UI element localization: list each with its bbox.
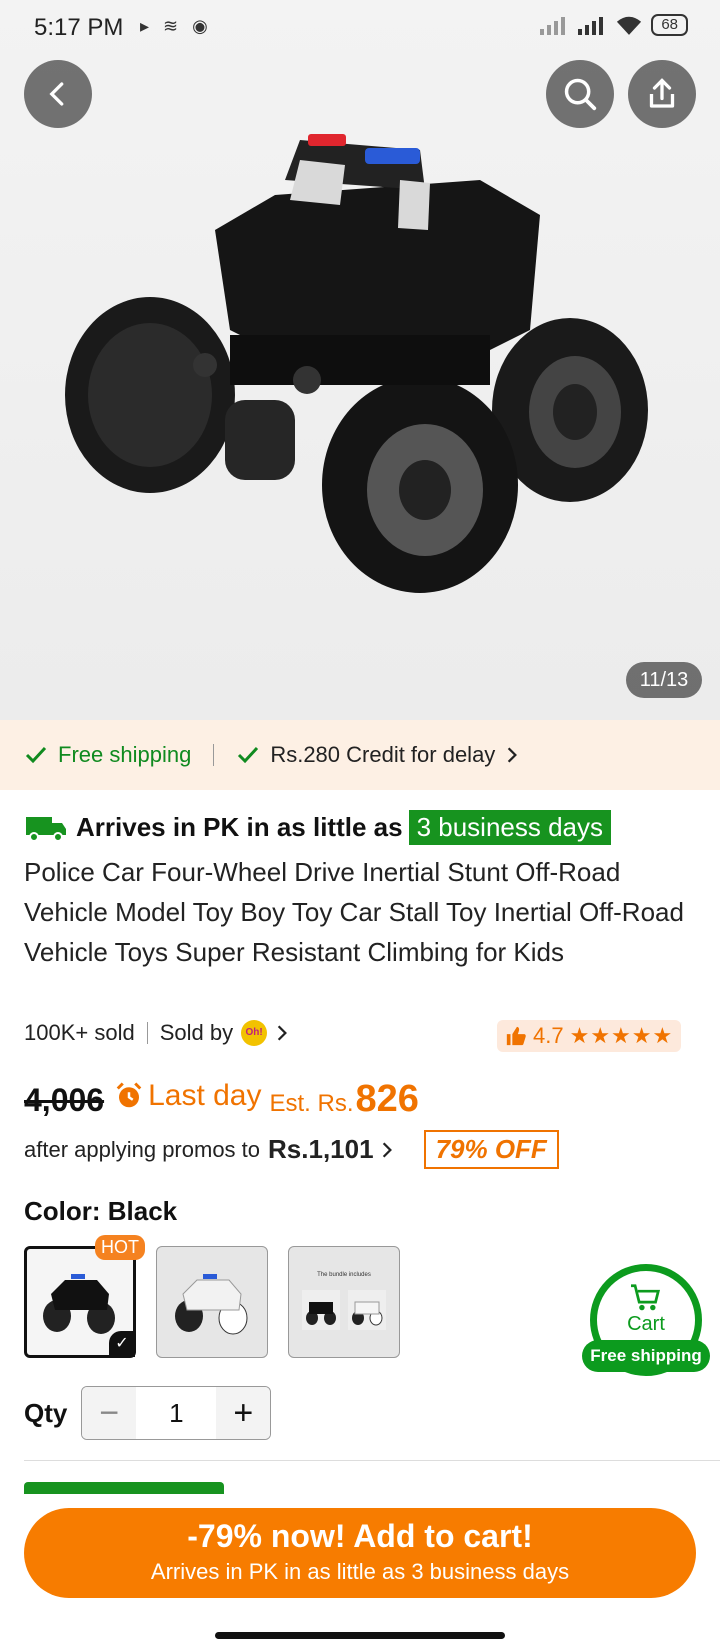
white-truck-thumbnail <box>175 1274 248 1335</box>
decrease-qty-button[interactable]: − <box>82 1387 137 1439</box>
cart-icon <box>631 1283 661 1310</box>
product-title: Police Car Four-Wheel Drive Inertial Stu… <box>24 857 684 967</box>
quantity-stepper: − 1 + <box>81 1386 272 1440</box>
chevron-right-icon <box>508 747 518 763</box>
product-image-gallery[interactable]: 11/13 <box>0 0 720 720</box>
add-to-cart-button[interactable]: -79% now! Add to cart! Arrives in PK in … <box>24 1508 696 1598</box>
status-time: 5:17 PM <box>34 14 124 41</box>
signal-icon <box>540 17 566 35</box>
check-icon <box>25 746 47 764</box>
swatch-black[interactable]: HOT ✓ <box>24 1235 145 1358</box>
increase-qty-button[interactable]: + <box>216 1387 271 1439</box>
rating-badge[interactable]: 4.7 ★★★★★ <box>497 1020 682 1052</box>
est-label: Est. Rs. <box>269 1090 354 1117</box>
floating-cart-button[interactable]: Cart Free shipping <box>582 1264 720 1376</box>
swatch-bundle[interactable]: The bundle includes <box>288 1246 400 1358</box>
product-image <box>65 134 648 593</box>
home-indicator[interactable] <box>215 1632 505 1639</box>
last-day-label: Last day <box>114 1079 262 1113</box>
rating-stars: ★★★★★ <box>569 1023 674 1048</box>
chevron-right-icon <box>382 1141 392 1158</box>
promo-price: Rs.1,101 <box>268 1134 374 1164</box>
arrival-text: Arrives in PK in as little as <box>76 812 403 842</box>
seller-link[interactable]: Sold by Oh! <box>160 1020 289 1046</box>
cart-label: Cart <box>627 1312 665 1335</box>
arrival-info: Arrives in PK in as little as 3 business… <box>24 810 612 845</box>
wifi-icon <box>617 16 642 35</box>
rating-value: 4.7 <box>533 1023 564 1048</box>
chevron-right-icon <box>277 1025 288 1041</box>
cta-sub-label: Arrives in PK in as little as 3 business… <box>150 1559 570 1584</box>
share-button[interactable] <box>628 60 696 128</box>
delay-credit-label: Rs.280 Credit for delay <box>270 742 496 767</box>
battery-indicator: 68 <box>651 14 688 36</box>
back-button[interactable] <box>24 60 92 128</box>
gamepad-icon: ◉ <box>192 16 208 36</box>
image-counter: 11/13 <box>626 662 702 698</box>
chevron-left-icon <box>49 82 64 106</box>
status-bar: 5:17 PM ▸ ≋ ◉ 68 <box>0 0 720 52</box>
arrival-badge: 3 business days <box>408 810 612 845</box>
share-icon <box>649 78 675 108</box>
cart-free-shipping: Free shipping <box>582 1340 710 1372</box>
seller-logo: Oh! <box>241 1020 268 1046</box>
search-icon <box>564 78 597 111</box>
divider <box>213 744 215 766</box>
status-notification-icons: ▸ ≋ ◉ <box>140 16 208 37</box>
bundle-caption: The bundle includes <box>317 1272 371 1278</box>
status-system-icons: 68 <box>539 14 688 36</box>
qty-value[interactable]: 1 <box>136 1387 217 1439</box>
layers-icon: ≋ <box>163 16 179 36</box>
delivery-truck-icon <box>26 816 66 842</box>
sold-by-label: Sold by <box>159 1020 234 1045</box>
black-truck-thumbnail <box>43 1274 115 1334</box>
free-shipping-item: Free shipping <box>24 742 191 768</box>
sales-seller-row: 100K+ sold Sold by Oh! <box>24 1020 289 1046</box>
divider <box>146 1022 148 1044</box>
color-swatches: HOT ✓ The bundle includes <box>24 1235 400 1358</box>
discount-badge: 79% OFF <box>423 1130 559 1169</box>
hot-badge: HOT <box>95 1235 145 1260</box>
bottom-action-bar: -79% now! Add to cart! Arrives in PK in … <box>0 1494 720 1650</box>
qty-label: Qty <box>24 1397 68 1428</box>
alarm-clock-icon <box>116 1082 142 1108</box>
check-icon <box>238 746 259 764</box>
swatch-white[interactable] <box>156 1246 268 1358</box>
quantity-row: Qty − 1 + <box>24 1386 272 1440</box>
signal-icon-2 <box>578 17 604 35</box>
delay-credit-item[interactable]: Rs.280 Credit for delay <box>236 742 519 768</box>
estimated-price: 826 <box>355 1078 419 1120</box>
search-button[interactable] <box>546 60 614 128</box>
shipping-banner[interactable]: Free shipping Rs.280 Credit for delay <box>0 720 720 790</box>
cta-main-label: -79% now! Add to cart! <box>187 1518 533 1554</box>
divider <box>24 1460 720 1461</box>
thumbs-up-icon <box>506 1026 526 1046</box>
free-shipping-label: Free shipping <box>58 742 192 767</box>
sold-count: 100K+ sold <box>24 1020 135 1045</box>
price-row: 4,006 Last day Est. Rs. 826 <box>24 1078 419 1121</box>
original-price: 4,006 <box>24 1082 105 1118</box>
play-icon: ▸ <box>140 16 150 36</box>
promo-text: after applying promos to <box>24 1136 261 1162</box>
last-day-text: Last day <box>148 1079 262 1112</box>
promo-row[interactable]: after applying promos to Rs.1,101 79% OF… <box>24 1130 559 1169</box>
color-label: Color: Black <box>24 1196 178 1226</box>
bundle-thumbnail: The bundle includes <box>302 1272 386 1330</box>
selected-check-icon: ✓ <box>109 1331 135 1357</box>
